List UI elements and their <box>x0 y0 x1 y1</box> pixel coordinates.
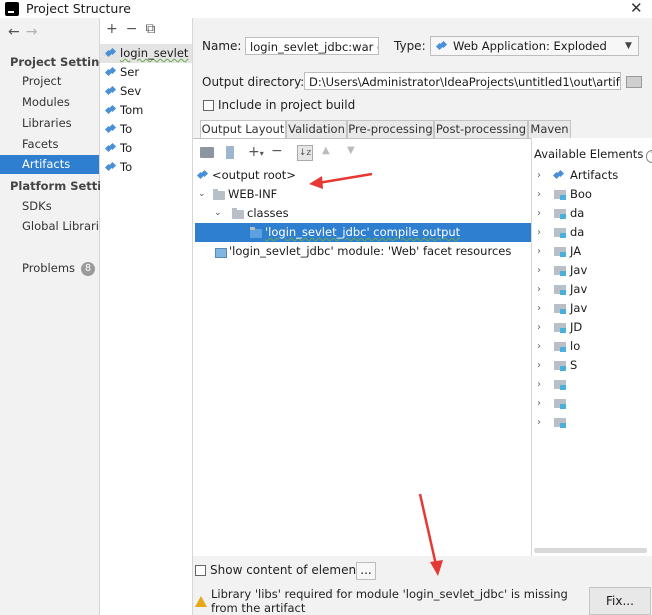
annotation-arrow-warning <box>418 493 443 576</box>
annotation-arrows <box>309 172 443 576</box>
annotation-arrow-output-root <box>309 172 373 189</box>
